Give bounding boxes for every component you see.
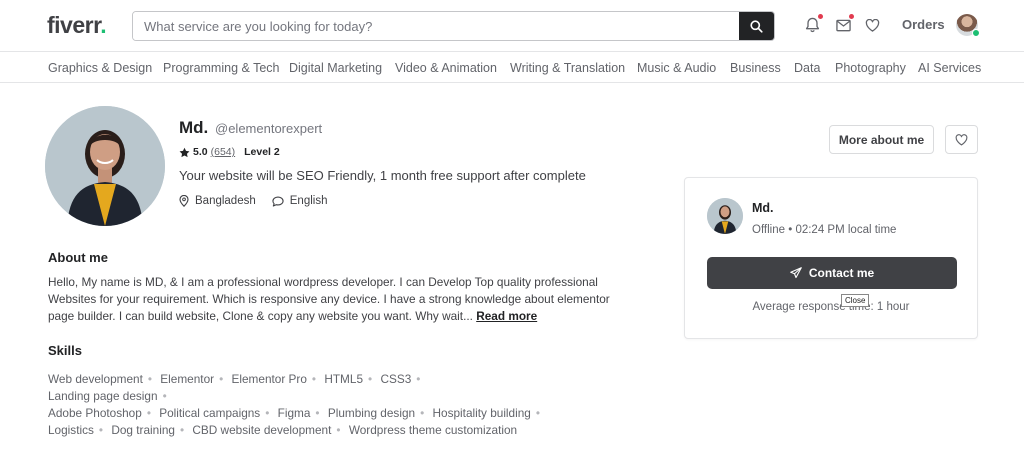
skill-tag[interactable]: HTML5 bbox=[324, 372, 363, 386]
seller-level: Level 2 bbox=[244, 146, 280, 158]
seller-language-label: English bbox=[289, 195, 328, 207]
category-menu: Graphics & Design Programming & Tech Dig… bbox=[0, 53, 1024, 83]
star-icon bbox=[179, 147, 190, 157]
search-input[interactable] bbox=[133, 12, 739, 40]
category-music-audio[interactable]: Music & Audio bbox=[637, 61, 716, 75]
skills-list: Web development • Elementor • Elementor Pr… bbox=[48, 372, 541, 437]
skill-tag[interactable]: Hospitality building bbox=[433, 406, 531, 420]
rating-score: 5.0 bbox=[193, 146, 208, 158]
lists-button[interactable] bbox=[863, 16, 881, 34]
speech-bubble-icon bbox=[272, 195, 284, 207]
contact-card-avatar bbox=[707, 198, 743, 234]
contact-me-label: Contact me bbox=[808, 266, 875, 280]
messages-button[interactable] bbox=[834, 14, 854, 34]
skill-tag[interactable]: Wordpress theme customization bbox=[349, 423, 517, 437]
seller-country: Bangladesh bbox=[195, 195, 256, 207]
location-pin-icon bbox=[179, 195, 189, 207]
notifications-button[interactable] bbox=[803, 14, 823, 34]
skill-tag[interactable]: Political campaigns bbox=[159, 406, 260, 420]
category-data[interactable]: Data bbox=[794, 61, 820, 75]
skills-title: Skills bbox=[48, 343, 82, 358]
skill-tag[interactable]: Plumbing design bbox=[328, 406, 415, 420]
review-count-link[interactable]: (654) bbox=[211, 146, 236, 158]
seller-username: @elementorexpert bbox=[215, 121, 323, 136]
skill-tag[interactable]: Web development bbox=[48, 372, 143, 386]
skill-tag[interactable]: CSS3 bbox=[380, 372, 411, 386]
search-icon bbox=[750, 19, 763, 33]
skill-tag[interactable]: Dog training bbox=[111, 423, 175, 437]
top-header: fiverr. Orders bbox=[0, 0, 1024, 52]
paper-plane-icon bbox=[790, 267, 802, 279]
category-business[interactable]: Business bbox=[730, 61, 781, 75]
category-programming-tech[interactable]: Programming & Tech bbox=[163, 61, 280, 75]
contact-card: Md. Offline • 02:24 PM local time Contac… bbox=[684, 177, 978, 339]
category-digital-marketing[interactable]: Digital Marketing bbox=[289, 61, 382, 75]
rating-row: 5.0 (654) Level 2 bbox=[179, 146, 280, 158]
save-seller-button[interactable] bbox=[945, 125, 978, 154]
seller-name: Md. bbox=[179, 118, 209, 137]
seller-language: English bbox=[272, 195, 328, 207]
seller-portrait-image bbox=[45, 106, 165, 226]
about-text: Hello, My name is MD, & I am a professio… bbox=[48, 274, 610, 325]
message-dot bbox=[849, 14, 854, 19]
category-ai-services[interactable]: AI Services bbox=[918, 61, 981, 75]
heart-icon bbox=[865, 18, 879, 32]
contact-card-name: Md. bbox=[752, 201, 774, 215]
read-more-link[interactable]: Read more bbox=[476, 309, 537, 323]
user-avatar[interactable] bbox=[956, 14, 980, 37]
average-response-time: Average response time: 1 hour bbox=[752, 301, 910, 313]
seller-meta: Bangladesh English bbox=[179, 195, 343, 207]
bell-icon bbox=[805, 17, 819, 33]
fiverr-logo[interactable]: fiverr. bbox=[47, 12, 107, 39]
search-button[interactable] bbox=[739, 12, 774, 40]
category-writing-translation[interactable]: Writing & Translation bbox=[510, 61, 625, 75]
contact-me-button[interactable]: Contact me bbox=[707, 257, 957, 289]
skill-tag[interactable]: Elementor Pro bbox=[232, 372, 307, 386]
about-title: About me bbox=[48, 250, 108, 265]
online-status-dot bbox=[972, 29, 980, 37]
more-about-me-button[interactable]: More about me bbox=[829, 125, 934, 154]
notification-dot bbox=[818, 14, 823, 19]
skill-tag[interactable]: Figma bbox=[278, 406, 311, 420]
skill-tag[interactable]: Adobe Photoshop bbox=[48, 406, 142, 420]
heart-icon bbox=[955, 133, 968, 145]
seller-location: Bangladesh bbox=[179, 195, 256, 207]
skill-tag[interactable]: Elementor bbox=[160, 372, 214, 386]
search-bar bbox=[132, 11, 775, 41]
category-video-animation[interactable]: Video & Animation bbox=[395, 61, 497, 75]
orders-link[interactable]: Orders bbox=[902, 17, 945, 32]
skill-tag[interactable]: CBD website development bbox=[192, 423, 331, 437]
close-tooltip: Close bbox=[841, 294, 870, 307]
skill-tag[interactable]: Logistics bbox=[48, 423, 94, 437]
seller-profile-photo bbox=[45, 106, 165, 226]
category-photography[interactable]: Photography bbox=[835, 61, 906, 75]
seller-tagline: Your website will be SEO Friendly, 1 mon… bbox=[179, 168, 586, 183]
contact-card-status: Offline • 02:24 PM local time bbox=[752, 224, 897, 236]
seller-portrait-image bbox=[707, 198, 743, 234]
category-graphics-design[interactable]: Graphics & Design bbox=[48, 61, 152, 75]
skill-tag[interactable]: Landing page design bbox=[48, 389, 158, 403]
envelope-icon bbox=[835, 19, 851, 31]
